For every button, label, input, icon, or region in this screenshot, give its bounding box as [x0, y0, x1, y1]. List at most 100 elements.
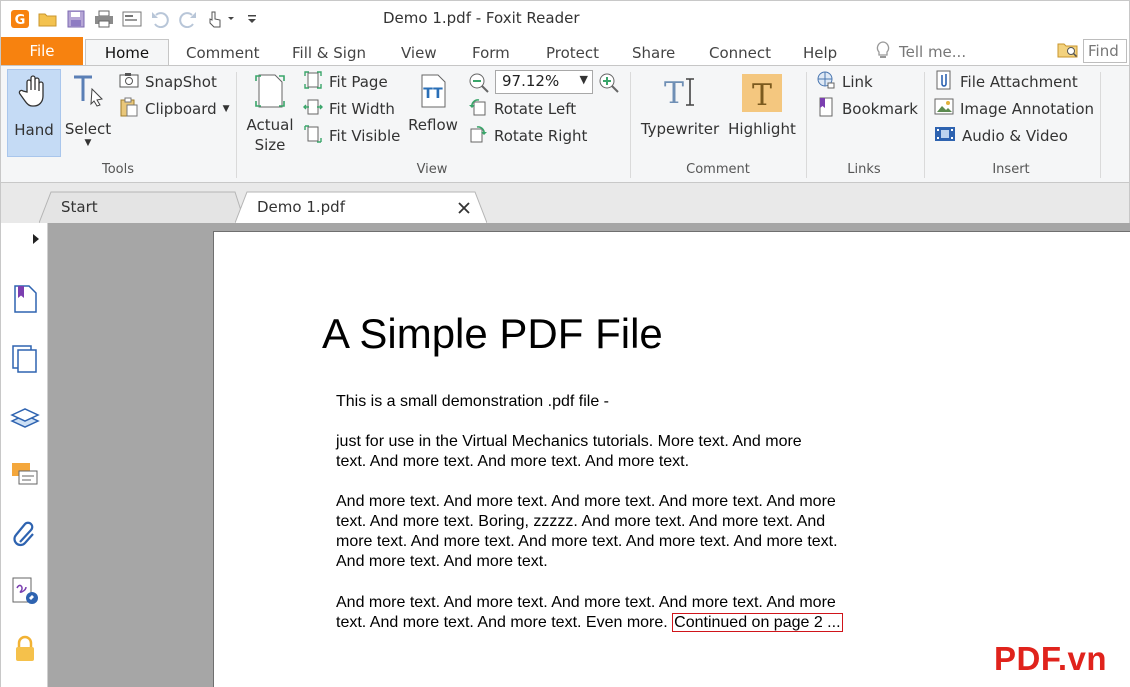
zoom-out-icon[interactable]	[468, 72, 490, 98]
paperclip-icon	[934, 70, 954, 94]
attachments-panel-icon[interactable]	[9, 519, 41, 551]
actual-size-label-line2: Size	[254, 136, 286, 154]
bookmark-button[interactable]: Bookmark	[816, 97, 918, 121]
group-separator	[806, 72, 807, 178]
select-label: Select	[64, 120, 112, 138]
pdf-text-line-with-link: text. And more text. And more text. Even…	[336, 613, 843, 633]
snapshot-button[interactable]: SnapShot	[119, 70, 217, 94]
close-tab-icon[interactable]	[457, 201, 471, 219]
svg-text:TT: TT	[423, 86, 443, 102]
zoom-dropdown-arrow-icon[interactable]: ▼	[580, 73, 588, 86]
clipboard-label: Clipboard	[145, 100, 217, 118]
pdf-page[interactable]: A Simple PDF File This is a small demons…	[213, 231, 1130, 687]
rotate-left-label: Rotate Left	[494, 100, 577, 118]
pdfvn-watermark-logo: PDF.vn	[994, 640, 1108, 677]
highlight-button[interactable]: T Highlight	[725, 69, 799, 157]
bookmarks-panel-icon[interactable]	[9, 283, 41, 315]
tab-file[interactable]: File	[1, 37, 83, 65]
rotate-left-icon	[468, 97, 488, 121]
svg-text:T: T	[664, 76, 684, 109]
fit-visible-button[interactable]: Fit Visible	[303, 124, 400, 148]
title-bar: G Demo 1.pdf - Foxit Reader	[0, 0, 1130, 36]
tab-connect[interactable]: Connect	[709, 40, 771, 66]
ribbon-home-panel: Hand Select ▼ SnapShot Clipboard ▼ Tools…	[0, 65, 1130, 183]
tab-home[interactable]: Home	[85, 39, 169, 66]
actual-size-button[interactable]: Actual Size	[243, 69, 297, 159]
doc-tab-demo1[interactable]: Demo 1.pdf	[235, 191, 487, 223]
comments-panel-icon[interactable]	[9, 459, 41, 491]
tab-comment[interactable]: Comment	[186, 40, 260, 66]
hand-tool-button[interactable]: Hand	[7, 69, 61, 157]
tab-view[interactable]: View	[401, 40, 437, 66]
find-input[interactable]: Find	[1083, 39, 1127, 63]
reflow-label: Reflow	[408, 116, 458, 134]
tab-form[interactable]: Form	[472, 40, 510, 66]
bookmark-label: Bookmark	[842, 100, 918, 118]
fit-page-label: Fit Page	[329, 73, 388, 91]
select-dropdown-arrow-icon[interactable]: ▼	[85, 139, 92, 148]
document-viewport[interactable]: A Simple PDF File This is a small demons…	[48, 223, 1130, 687]
link-button[interactable]: Link	[816, 70, 873, 94]
clipboard-icon	[119, 97, 139, 121]
fit-width-button[interactable]: Fit Width	[303, 97, 395, 121]
rotate-right-button[interactable]: Rotate Right	[468, 124, 587, 148]
group-separator	[924, 72, 925, 178]
group-separator	[1100, 72, 1101, 178]
file-attachment-button[interactable]: File Attachment	[934, 70, 1078, 94]
group-label-insert: Insert	[992, 162, 1030, 177]
pdf-text-line: And more text. And more text. And more t…	[336, 594, 836, 611]
audio-video-button[interactable]: Audio & Video	[934, 124, 1068, 148]
doc-tab-start[interactable]: Start	[39, 191, 245, 223]
pdf-text-line: text. And more text. And more text. And …	[336, 453, 690, 470]
tab-fill-sign[interactable]: Fill & Sign	[292, 40, 366, 66]
pdf-text-line: text. And more text. Boring, zzzzz. And …	[336, 513, 826, 530]
hand-label: Hand	[14, 121, 54, 139]
clipboard-dropdown-arrow-icon[interactable]: ▼	[223, 104, 230, 114]
svg-text:T: T	[752, 78, 772, 113]
doc-tab-demo1-label: Demo 1.pdf	[257, 198, 345, 216]
zoom-level-select[interactable]: 97.12% ▼	[495, 70, 593, 94]
clipboard-button[interactable]: Clipboard ▼	[119, 97, 230, 121]
film-icon	[934, 125, 956, 147]
navigation-panel	[0, 223, 50, 687]
tell-me-placeholder: Tell me...	[899, 43, 967, 61]
expand-panel-icon[interactable]	[31, 233, 41, 249]
reflow-button[interactable]: TT Reflow	[405, 69, 461, 157]
highlight-icon: T	[741, 73, 783, 117]
layers-icon[interactable]	[9, 401, 41, 433]
zoom-in-icon[interactable]	[598, 72, 620, 98]
ribbon-tab-bar: File Home Comment Fill & Sign View Form …	[0, 36, 1130, 66]
typewriter-button[interactable]: T Typewriter	[639, 69, 721, 157]
find-folder-icon[interactable]	[1057, 39, 1079, 63]
link-globe-icon	[816, 70, 836, 94]
group-separator	[236, 72, 237, 178]
page-thumbnails-icon[interactable]	[9, 343, 41, 375]
group-label-comment: Comment	[686, 162, 750, 177]
pdf-text-line: just for use in the Virtual Mechanics tu…	[336, 433, 802, 450]
continued-link[interactable]: Continued on page 2 ...	[672, 613, 843, 632]
hand-icon	[17, 74, 51, 114]
group-label-view: View	[416, 162, 448, 177]
tell-me-search[interactable]: Tell me...	[875, 40, 966, 64]
pdf-text-line: more text. And more text. And more text.…	[336, 533, 838, 550]
image-annotation-button[interactable]: Image Annotation	[934, 97, 1094, 121]
actual-size-icon	[253, 73, 287, 113]
fit-page-button[interactable]: Fit Page	[303, 70, 388, 94]
tab-protect[interactable]: Protect	[546, 40, 599, 66]
doc-tab-start-label: Start	[61, 198, 98, 216]
security-lock-icon[interactable]	[9, 633, 41, 665]
select-tool-button[interactable]: Select ▼	[63, 69, 113, 157]
signatures-panel-icon[interactable]	[9, 575, 41, 607]
pdf-text-line: And more text. And more text. And more t…	[336, 493, 836, 510]
rotate-left-button[interactable]: Rotate Left	[468, 97, 576, 121]
pdf-text-fragment: text. And more text. And more text. Even…	[336, 614, 673, 631]
pdf-text-line: And more text. And more text.	[336, 553, 548, 570]
tab-share[interactable]: Share	[632, 40, 675, 66]
typewriter-icon: T	[660, 73, 700, 113]
window-title: Demo 1.pdf - Foxit Reader	[383, 9, 580, 27]
fit-page-icon	[303, 70, 323, 94]
highlight-label: Highlight	[728, 120, 796, 138]
image-icon	[934, 97, 954, 121]
tab-help[interactable]: Help	[803, 40, 837, 66]
group-label-links: Links	[847, 162, 881, 177]
